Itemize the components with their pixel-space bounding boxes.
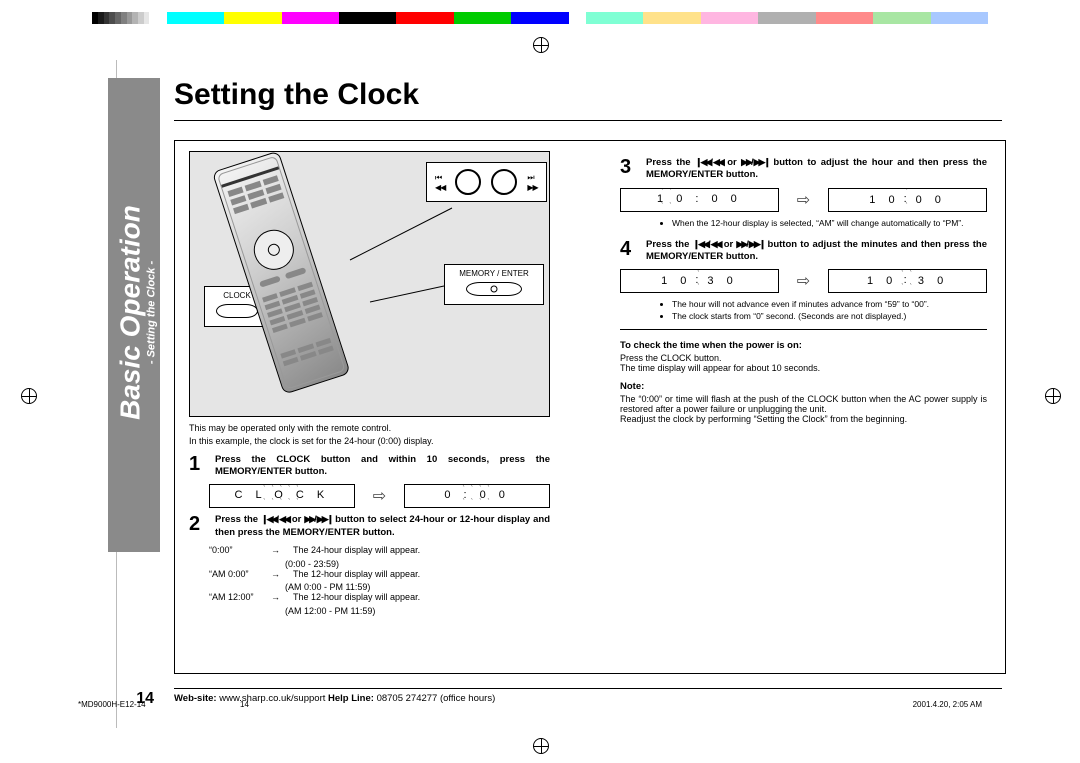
body-text: The “0:00” or time will flash at the pus… bbox=[620, 394, 987, 414]
caption-text: This may be operated only with the remot… bbox=[189, 423, 550, 434]
display-mode-table: “0:00”→The 24-hour display will appear. … bbox=[209, 545, 550, 616]
step-3: 3 Press the ❙◀◀/◀◀ or ▶▶/▶▶❙ button to a… bbox=[620, 157, 987, 182]
registration-mark-icon bbox=[1045, 388, 1061, 404]
rewind2-icon: ◀◀ bbox=[713, 157, 723, 169]
body-text: Press the CLOCK button. bbox=[620, 353, 987, 363]
tab-main-label: Basic Operation bbox=[115, 205, 146, 420]
rewind2-icon: ◀◀ bbox=[711, 239, 721, 251]
arrow-right-icon: ⇨ bbox=[797, 271, 810, 291]
registration-mark-icon bbox=[533, 738, 549, 754]
lcd-display: ` ` 1 0 : 0 0 ` ` bbox=[620, 188, 779, 212]
tab-sub-label: - Setting the Clock - bbox=[147, 76, 158, 550]
lcd-display: ` ` ` ` ` C L O C K ` ` ` ` ` bbox=[209, 484, 355, 508]
section-tab: Basic Operation - Setting the Clock - bbox=[108, 78, 160, 552]
remote-control-body bbox=[212, 151, 348, 393]
step-text: Press the CLOCK button and within 10 sec… bbox=[215, 454, 550, 479]
remote-illustration: ⏮◀◀ ⏭▶▶ CLOCK MEMORY / ENTER bbox=[189, 151, 550, 417]
rewind2-icon: ◀◀ bbox=[279, 514, 289, 526]
arrow-right-icon: ⇨ bbox=[373, 486, 386, 506]
check-heading: To check the time when the power is on: bbox=[620, 340, 987, 351]
step-text: Press the ❙◀◀/◀◀ or ▶▶/▶▶❙ button to adj… bbox=[646, 157, 987, 182]
step-text: Press the ❙◀◀/◀◀ or ▶▶/▶▶❙ button to sel… bbox=[215, 514, 550, 539]
step-2: 2 Press the ❙◀◀/◀◀ or ▶▶/▶▶❙ button to s… bbox=[189, 514, 550, 539]
content-frame: ⏮◀◀ ⏭▶▶ CLOCK MEMORY / ENTER bbox=[174, 140, 1006, 674]
print-meta-page: 14 bbox=[240, 700, 249, 709]
forward-icon: ▶▶ bbox=[304, 514, 314, 526]
forward-icon: ▶▶ bbox=[736, 239, 746, 251]
skip-buttons-callout: ⏮◀◀ ⏭▶▶ bbox=[426, 162, 547, 202]
rewind-icon: ❙◀◀ bbox=[693, 239, 708, 251]
step-number: 3 bbox=[620, 157, 640, 177]
rewind-icon: ❙◀◀ bbox=[695, 157, 710, 169]
manual-page: Setting the Clock Basic Operation - Sett… bbox=[60, 60, 1020, 728]
print-color-bar bbox=[92, 12, 988, 24]
step-number: 1 bbox=[189, 454, 209, 474]
forward2-icon: ▶▶❙ bbox=[749, 239, 764, 251]
step-number: 2 bbox=[189, 514, 209, 534]
button-circle-icon bbox=[491, 169, 517, 195]
step-number: 4 bbox=[620, 239, 640, 259]
page-footer: Web-site: www.sharp.co.uk/support Help L… bbox=[174, 688, 1002, 704]
body-text: The time display will appear for about 1… bbox=[620, 363, 987, 373]
lcd-display: ` ` ` ` 0 : 0 0 ` ` ` ` bbox=[404, 484, 550, 508]
caption-text: In this example, the clock is set for th… bbox=[189, 436, 550, 447]
step-text: Press the ❙◀◀/◀◀ or ▶▶/▶▶❙ button to adj… bbox=[646, 239, 987, 264]
registration-mark-icon bbox=[21, 388, 37, 404]
forward2-icon: ▶▶❙ bbox=[754, 157, 769, 169]
step-3-notes: When the 12-hour display is selected, “A… bbox=[632, 218, 987, 229]
callout-label: MEMORY / ENTER bbox=[459, 269, 529, 278]
button-circle-icon bbox=[455, 169, 481, 195]
forward-icon: ▶▶ bbox=[741, 157, 751, 169]
registration-mark-icon bbox=[533, 37, 549, 53]
print-meta-date: 2001.4.20, 2:05 AM bbox=[913, 700, 982, 709]
forward2-icon: ▶▶❙ bbox=[317, 514, 332, 526]
note-heading: Note: bbox=[620, 381, 987, 392]
body-text: Readjust the clock by performing “Settin… bbox=[620, 414, 987, 424]
lcd-display: 1 0 `:` 0 0 bbox=[828, 188, 987, 212]
lcd-display: 1 0 `:` 3 0 bbox=[620, 269, 779, 293]
memory-enter-callout: MEMORY / ENTER bbox=[444, 264, 544, 305]
forward-icon: ⏭▶▶ bbox=[527, 173, 537, 192]
callout-label: CLOCK bbox=[223, 291, 251, 300]
lcd-display: 1 0 ` `:` ` 3 0 bbox=[828, 269, 987, 293]
rewind-icon: ❙◀◀ bbox=[261, 514, 276, 526]
step-4: 4 Press the ❙◀◀/◀◀ or ▶▶/▶▶❙ button to a… bbox=[620, 239, 987, 264]
page-title: Setting the Clock bbox=[174, 78, 419, 112]
step-1: 1 Press the CLOCK button and within 10 s… bbox=[189, 454, 550, 479]
step-4-notes: The hour will not advance even if minute… bbox=[632, 299, 987, 322]
print-meta-file: *MD9000H-E12-14 bbox=[78, 700, 146, 709]
arrow-right-icon: ⇨ bbox=[797, 190, 810, 210]
rewind-icon: ⏮◀◀ bbox=[435, 173, 445, 192]
